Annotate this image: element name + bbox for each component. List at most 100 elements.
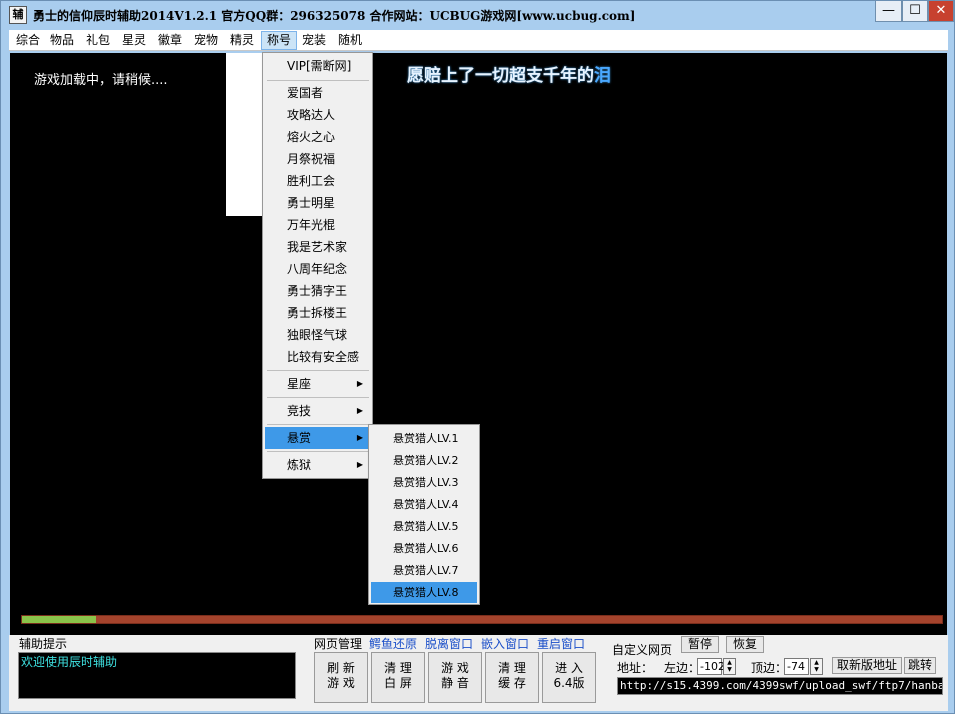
mute-game-button[interactable]: 游 戏静 音 <box>428 652 482 703</box>
dropdown-separator <box>267 397 369 398</box>
left-offset-input[interactable]: -102 <box>697 658 725 675</box>
crocodile-restore-link[interactable]: 鳄鱼还原 <box>369 635 417 652</box>
dropdown-item[interactable]: 勇士拆楼王 <box>265 302 371 324</box>
dropdown-item[interactable]: 勇士猜字王 <box>265 280 371 302</box>
button-line: 静 音 <box>441 676 469 690</box>
dropdown-item-label: 炼狱 <box>287 458 312 472</box>
dropdown-submenu-arena[interactable]: 竞技 ▶ <box>265 400 371 422</box>
top-offset-input[interactable]: -74 <box>784 658 809 675</box>
menu-pet[interactable]: 宠物 <box>189 31 223 50</box>
banner-last-char: 泪 <box>594 66 611 86</box>
dropdown-item[interactable]: 熔火之心 <box>265 126 371 148</box>
menu-general[interactable]: 综合 <box>11 31 45 50</box>
address-label: 地址： <box>617 661 654 675</box>
dropdown-item[interactable]: 比较有安全感 <box>265 346 371 368</box>
url-input[interactable]: http://s15.4399.com/4399swf/upload_swf/f… <box>617 677 943 695</box>
jump-button[interactable]: 跳转 <box>904 657 936 674</box>
menu-badge[interactable]: 徽章 <box>153 31 187 50</box>
menu-star-spirit[interactable]: 星灵 <box>117 31 151 50</box>
submenu-item[interactable]: 悬赏猎人LV.5 <box>371 516 477 537</box>
button-line: 刷 新 <box>327 661 355 675</box>
bottom-panel: 辅助提示 欢迎使用辰时辅助 网页管理 鳄鱼还原 脱离窗口 嵌入窗口 重启窗口 刷… <box>9 635 948 711</box>
custom-webpage-group: 自定义网页 暂停 恢复 地址： 左边： -102 ▲ ▼ 顶边： -74 ▲ ▼ 取… <box>604 635 948 707</box>
bounty-submenu: 悬赏猎人LV.1 悬赏猎人LV.2 悬赏猎人LV.3 悬赏猎人LV.4 悬赏猎人… <box>368 424 480 605</box>
close-button[interactable]: ✕ <box>928 1 954 22</box>
button-line: 清 理 <box>384 661 412 675</box>
button-line: 游 戏 <box>327 676 355 690</box>
submenu-item[interactable]: 悬赏猎人LV.8 <box>371 582 477 603</box>
dropdown-item[interactable]: 万年光棍 <box>265 214 371 236</box>
submenu-item[interactable]: 悬赏猎人LV.7 <box>371 560 477 581</box>
top-offset-label: 顶边： <box>751 661 788 675</box>
button-line: 6.4版 <box>553 676 585 690</box>
left-offset-label: 左边： <box>664 661 701 675</box>
button-line: 清 理 <box>498 661 526 675</box>
dropdown-separator <box>267 424 369 425</box>
dropdown-item[interactable]: 月祭祝福 <box>265 148 371 170</box>
dropdown-item-label: 悬赏 <box>287 431 312 445</box>
menu-items[interactable]: 物品 <box>45 31 79 50</box>
submenu-arrow-icon: ▶ <box>356 379 363 388</box>
hint-label: 辅助提示 <box>19 637 68 651</box>
webpage-management-group: 网页管理 鳄鱼还原 脱离窗口 嵌入窗口 重启窗口 刷 新游 戏 清 理白 屏 游… <box>314 635 603 705</box>
submenu-item[interactable]: 悬赏猎人LV.1 <box>371 428 477 449</box>
menu-random[interactable]: 随机 <box>333 31 367 50</box>
get-new-address-button[interactable]: 取新版地址 <box>832 657 902 674</box>
loading-text: 游戏加载中，请稍候.... <box>34 73 168 88</box>
dropdown-item-label: 竞技 <box>287 404 312 418</box>
window-title: 勇士的信仰辰时辅助2014V1.2.1 官方QQ群：296325078 合作网站… <box>33 9 636 23</box>
minimize-button[interactable]: — <box>875 1 902 22</box>
dropdown-item-label: 星座 <box>287 377 312 391</box>
button-line: 白 屏 <box>384 676 412 690</box>
submenu-item[interactable]: 悬赏猎人LV.6 <box>371 538 477 559</box>
refresh-game-button[interactable]: 刷 新游 戏 <box>314 652 368 703</box>
title-bar[interactable]: 辅 勇士的信仰辰时辅助2014V1.2.1 官方QQ群：296325078 合作… <box>1 1 954 31</box>
dropdown-submenu-bounty[interactable]: 悬赏 ▶ <box>265 427 371 449</box>
title-dropdown-menu: VIP[需断网] 爱国者 攻略达人 熔火之心 月祭祝福 胜利工会 勇士明星 万年… <box>262 52 373 479</box>
dropdown-item[interactable]: 勇士明星 <box>265 192 371 214</box>
dropdown-item[interactable]: 爱国者 <box>265 82 371 104</box>
dropdown-separator <box>267 80 369 81</box>
dropdown-item[interactable]: 攻略达人 <box>265 104 371 126</box>
banner-text: 愿赔上了一切超支千年的泪 <box>407 61 611 86</box>
loading-progress-bar <box>21 615 943 624</box>
button-line: 进 入 <box>555 661 583 675</box>
clear-cache-button[interactable]: 清 理缓 存 <box>485 652 539 703</box>
left-offset-stepper[interactable]: ▲ ▼ <box>723 658 736 675</box>
menu-pet-outfit[interactable]: 宠装 <box>297 31 331 50</box>
menu-bar: 综合 物品 礼包 星灵 徽章 宠物 精灵 称号 宠装 随机 <box>9 30 948 51</box>
dropdown-submenu-constellation[interactable]: 星座 ▶ <box>265 373 371 395</box>
app-window: 辅 勇士的信仰辰时辅助2014V1.2.1 官方QQ群：296325078 合作… <box>0 0 955 714</box>
dropdown-item[interactable]: 我是艺术家 <box>265 236 371 258</box>
clear-white-screen-button[interactable]: 清 理白 屏 <box>371 652 425 703</box>
pause-button[interactable]: 暂停 <box>681 636 719 653</box>
menu-gift[interactable]: 礼包 <box>81 31 115 50</box>
submenu-item[interactable]: 悬赏猎人LV.4 <box>371 494 477 515</box>
resume-button[interactable]: 恢复 <box>726 636 764 653</box>
maximize-button[interactable]: ☐ <box>902 1 928 22</box>
dropdown-item[interactable]: 独眼怪气球 <box>265 324 371 346</box>
detach-window-link[interactable]: 脱离窗口 <box>425 635 473 652</box>
webpage-management-label: 网页管理 <box>314 637 363 651</box>
menu-sprite[interactable]: 精灵 <box>225 31 259 50</box>
button-line: 游 戏 <box>441 661 469 675</box>
custom-webpage-label: 自定义网页 <box>612 643 673 657</box>
dropdown-submenu-purgatory[interactable]: 炼狱 ▶ <box>265 454 371 476</box>
embed-window-link[interactable]: 嵌入窗口 <box>481 635 529 652</box>
submenu-arrow-icon: ▶ <box>356 460 363 469</box>
enter-version-button[interactable]: 进 入 6.4版 <box>542 652 596 703</box>
blank-panel <box>226 53 266 216</box>
button-line: 缓 存 <box>498 676 526 690</box>
top-offset-stepper[interactable]: ▲ ▼ <box>810 658 823 675</box>
menu-title[interactable]: 称号 <box>261 31 298 50</box>
dropdown-item[interactable]: 胜利工会 <box>265 170 371 192</box>
app-icon: 辅 <box>9 6 27 24</box>
submenu-item[interactable]: 悬赏猎人LV.3 <box>371 472 477 493</box>
dropdown-item-vip[interactable]: VIP[需断网] <box>265 55 371 77</box>
dropdown-item[interactable]: 八周年纪念 <box>265 258 371 280</box>
hint-textbox[interactable]: 欢迎使用辰时辅助 <box>18 652 296 699</box>
restart-window-link[interactable]: 重启窗口 <box>537 635 585 652</box>
banner-main: 愿赔上了一切超支千年的 <box>407 66 594 86</box>
submenu-item[interactable]: 悬赏猎人LV.2 <box>371 450 477 471</box>
dropdown-separator <box>267 370 369 371</box>
